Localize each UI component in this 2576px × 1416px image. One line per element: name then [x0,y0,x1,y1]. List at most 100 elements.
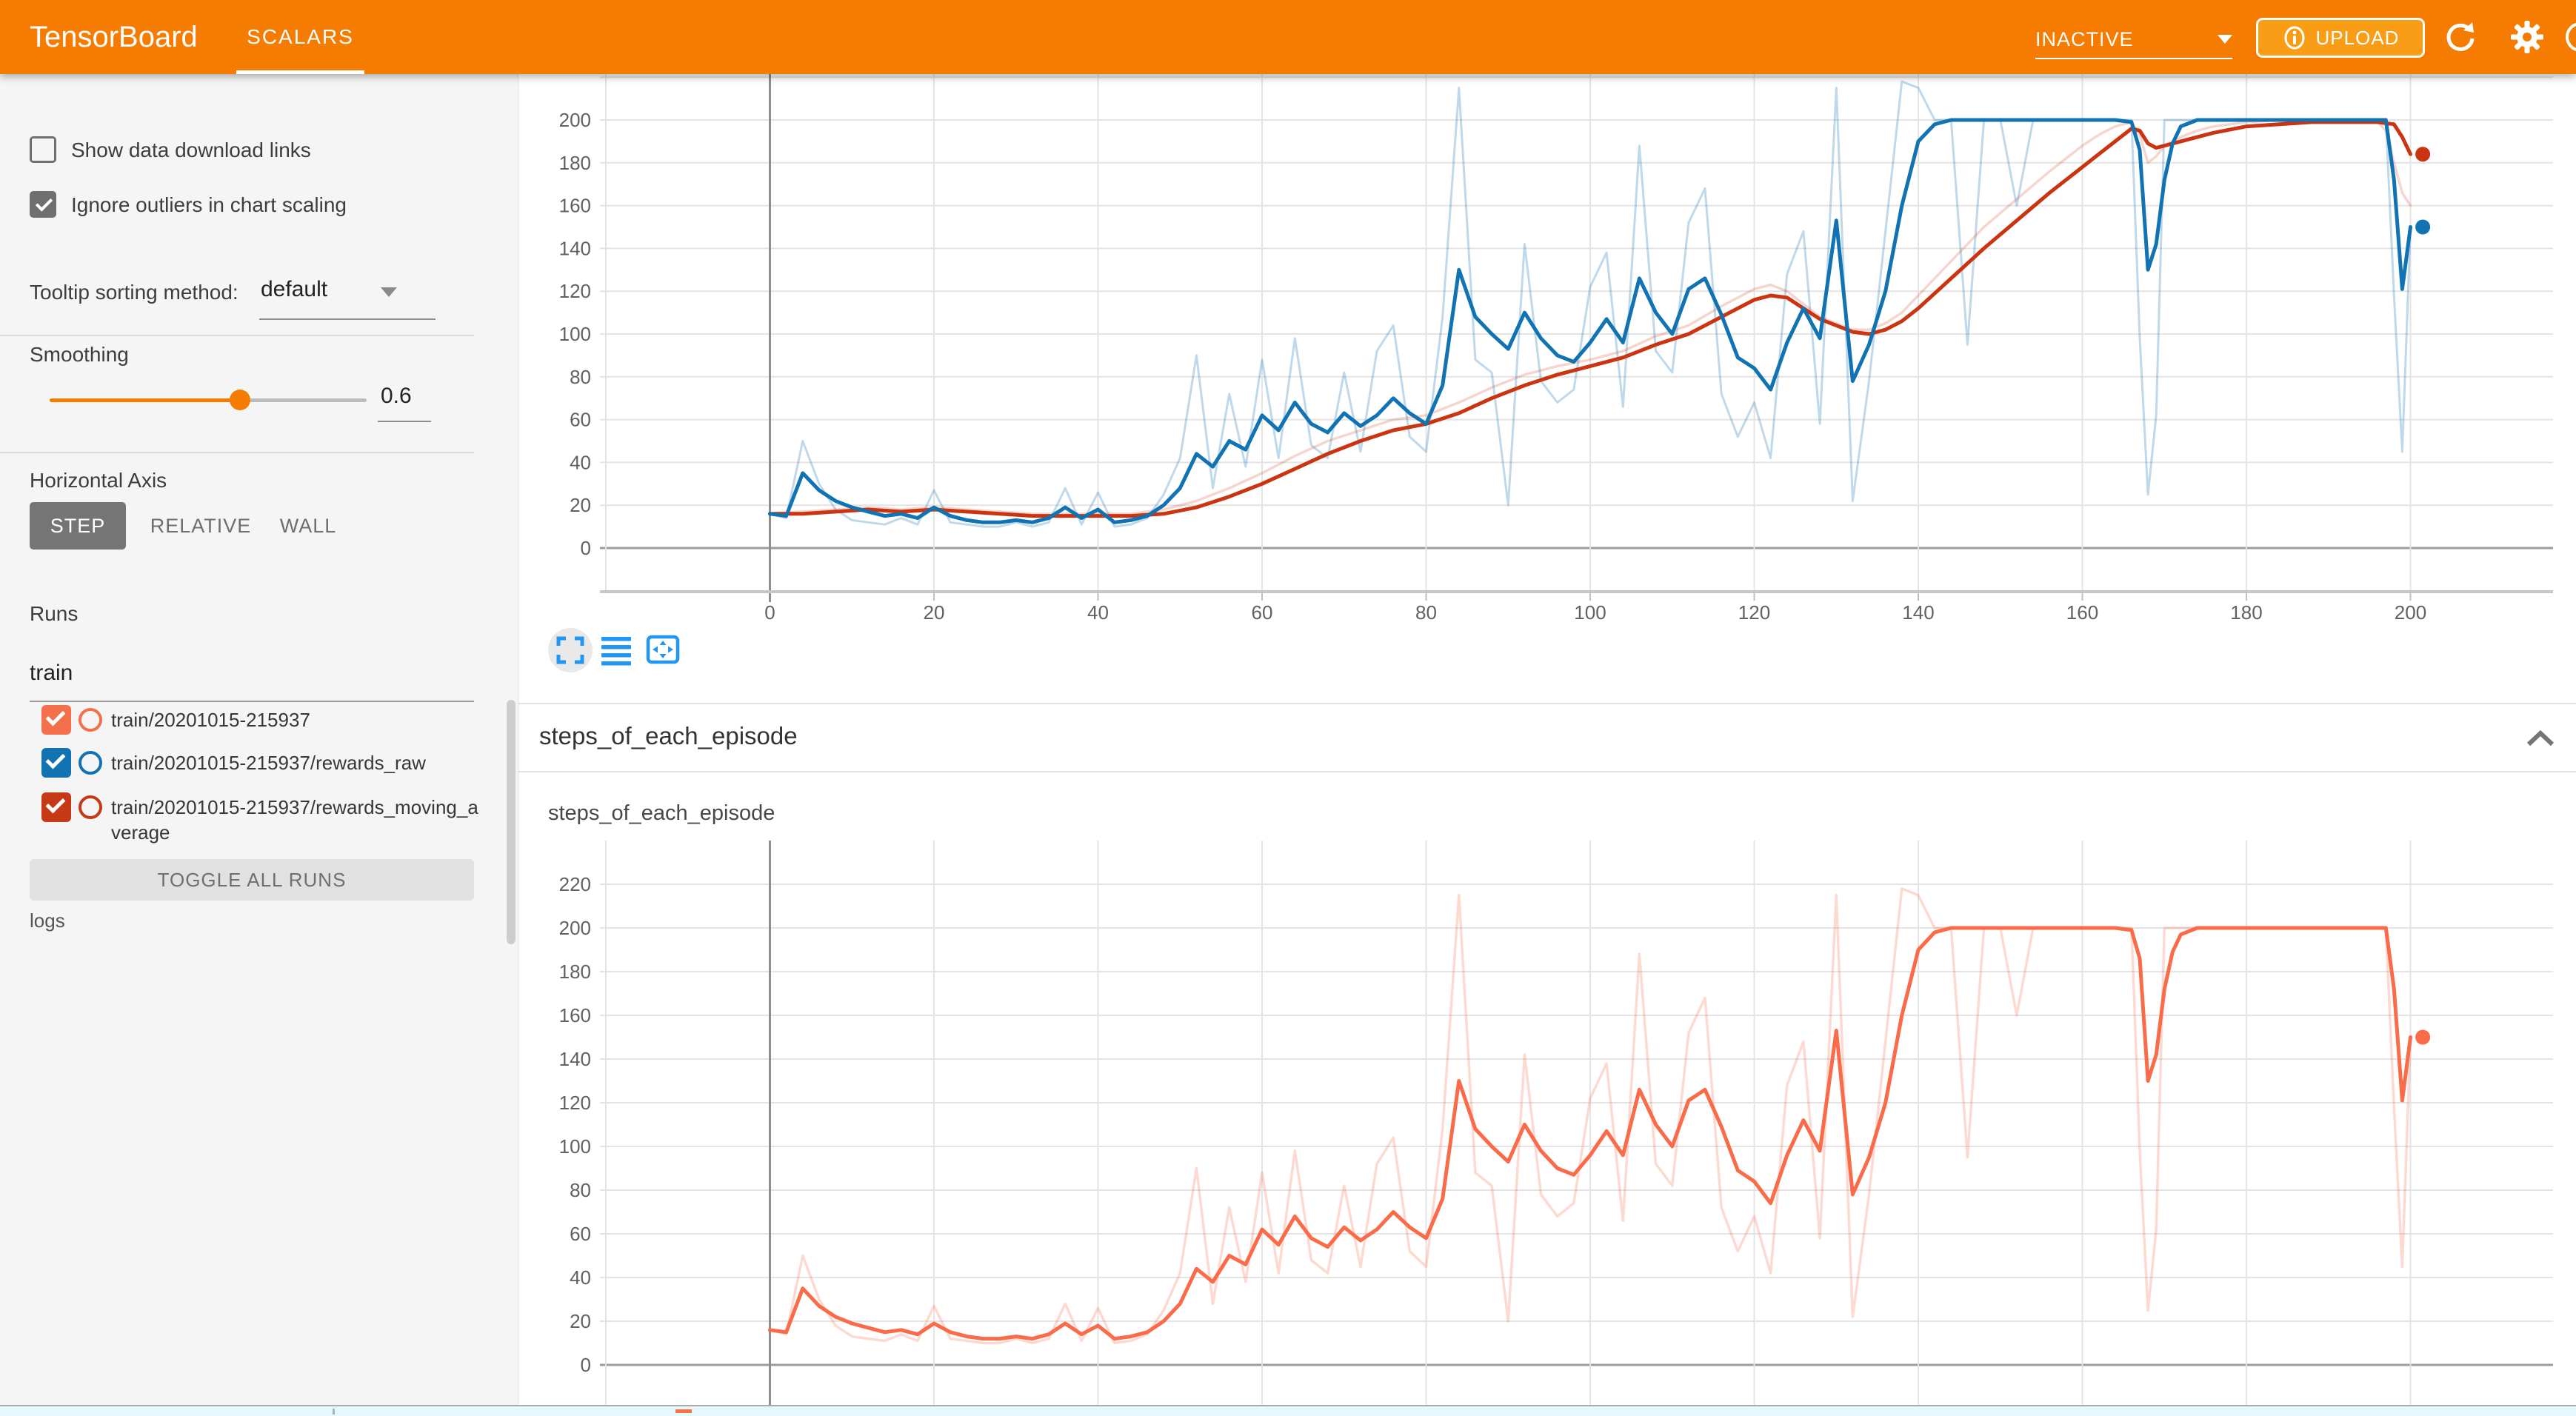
run-label: train/20201015-215937 [111,707,485,732]
smoothing-slider[interactable] [50,398,367,402]
smoothing-slider-thumb[interactable] [230,390,250,410]
run-checkbox[interactable] [41,748,71,778]
status-label: INACTIVE [2035,28,2134,51]
svg-text:120: 120 [559,1092,591,1114]
run-checkbox[interactable] [41,705,71,735]
checkbox-show-download-links[interactable] [30,136,56,163]
svg-text:40: 40 [1087,601,1109,624]
svg-text:60: 60 [570,409,591,431]
smoothing-label: Smoothing [30,342,129,367]
run-checkbox[interactable] [41,792,71,822]
settings-sidebar: Show data download links Ignore outliers… [0,74,518,1416]
svg-text:0: 0 [581,1354,591,1376]
svg-text:20: 20 [570,1310,591,1332]
tooltip-sort-select[interactable]: default [261,277,327,302]
axis-button-wall[interactable]: WALL [271,502,345,550]
expand-chart-icon[interactable] [554,634,587,667]
run-label: train/20201015-215937/rewards_raw [111,750,485,775]
chart-axis-labels: 0 20 40 60 80 100 120 140 160 180 200 220 [559,873,591,1376]
chart-series [770,81,2431,527]
svg-text:0: 0 [764,601,775,624]
svg-text:180: 180 [2230,601,2262,624]
checkbox-show-download-links-label: Show data download links [71,138,311,163]
svg-text:160: 160 [2066,601,2098,624]
run-color-swatch[interactable] [79,795,102,819]
chevron-down-icon [381,287,397,297]
run-label: train/20201015-215937/rewards_moving_ave… [111,795,485,845]
scalar-chart-steps[interactable]: 0 20 40 60 80 100 120 140 160 180 200 220 [518,841,2576,1405]
chevron-up-icon[interactable] [2524,729,2557,749]
svg-text:40: 40 [570,451,591,473]
app-header: TensorBoard SCALARS INACTIVE UPLOAD [0,0,2576,74]
chart-series [770,889,2431,1343]
chevron-down-icon [2218,35,2232,44]
svg-text:200: 200 [2395,601,2426,624]
strip-tick [333,1409,335,1415]
refresh-icon[interactable] [2444,21,2477,53]
upload-button[interactable]: UPLOAD [2256,18,2425,58]
section-header-steps[interactable]: steps_of_each_episode [518,703,2576,772]
svg-text:120: 120 [1738,601,1770,624]
svg-text:80: 80 [570,366,591,388]
info-icon [2282,25,2307,50]
svg-text:60: 60 [1252,601,1273,624]
divider [0,452,474,453]
scalar-chart-rewards[interactable]: 0 20 40 60 80 100 120 140 160 180 200 0 20 40 60 80 100 1… [518,74,2576,637]
svg-text:20: 20 [924,601,945,624]
chart-card-title: steps_of_each_episode [548,801,775,826]
svg-text:120: 120 [559,280,591,302]
upload-label: UPLOAD [2316,27,2400,50]
fit-domain-icon[interactable] [645,632,681,667]
svg-text:100: 100 [559,323,591,345]
svg-text:80: 80 [570,1179,591,1201]
svg-text:100: 100 [559,1135,591,1158]
svg-text:20: 20 [570,494,591,516]
svg-text:180: 180 [559,152,591,174]
run-filter-input[interactable] [30,661,474,686]
svg-text:140: 140 [559,237,591,259]
svg-text:200: 200 [559,109,591,131]
run-color-swatch[interactable] [79,708,102,732]
help-icon[interactable] [2564,21,2576,53]
svg-text:160: 160 [559,1004,591,1026]
status-dropdown[interactable]: INACTIVE [2035,21,2232,59]
tooltip-sort-underline [259,318,436,320]
svg-text:200: 200 [559,917,591,939]
toggle-all-runs-button[interactable]: TOGGLE ALL RUNS [30,859,474,901]
tooltip-sort-label: Tooltip sorting method: [30,280,238,305]
divider [0,335,474,336]
tab-scalars[interactable]: SCALARS [236,0,364,74]
axis-button-relative[interactable]: RELATIVE [145,502,256,550]
tensorboard-page: TensorBoard SCALARS INACTIVE UPLOAD [0,0,2576,1416]
run-filter-underline [30,701,474,702]
run-color-swatch[interactable] [79,751,102,775]
svg-text:180: 180 [559,961,591,983]
svg-text:80: 80 [1415,601,1437,624]
chart-grid [600,74,2553,602]
smoothing-value-input[interactable] [381,384,433,409]
svg-text:140: 140 [1902,601,1934,624]
axis-button-step[interactable]: STEP [30,502,126,550]
section-title: steps_of_each_episode [539,722,798,750]
sidebar-scrollbar-thumb[interactable] [507,700,515,944]
svg-text:140: 140 [559,1048,591,1070]
svg-text:220: 220 [559,873,591,895]
svg-text:60: 60 [570,1223,591,1245]
app-title: TensorBoard [30,19,198,55]
smoothing-slider-fill [50,398,240,402]
gear-icon[interactable] [2511,21,2543,53]
checkbox-ignore-outliers-label: Ignore outliers in chart scaling [71,193,347,218]
chart-grid [600,841,2553,1405]
checkbox-ignore-outliers[interactable] [30,191,56,218]
svg-text:40: 40 [570,1266,591,1289]
strip-orange-tick [675,1409,692,1413]
svg-text:0: 0 [581,537,591,559]
log-scale-lines-icon[interactable] [600,634,633,667]
bottom-strip [0,1405,2576,1416]
chart-axis-labels: 0 20 40 60 80 100 120 140 160 180 200 0 20 40 60 80 100 1… [559,109,2427,624]
svg-text:100: 100 [1574,601,1606,624]
tab-scalars-label: SCALARS [247,25,354,49]
runs-footer: logs [30,908,65,933]
runs-label: Runs [30,601,78,627]
svg-text:160: 160 [559,195,591,217]
